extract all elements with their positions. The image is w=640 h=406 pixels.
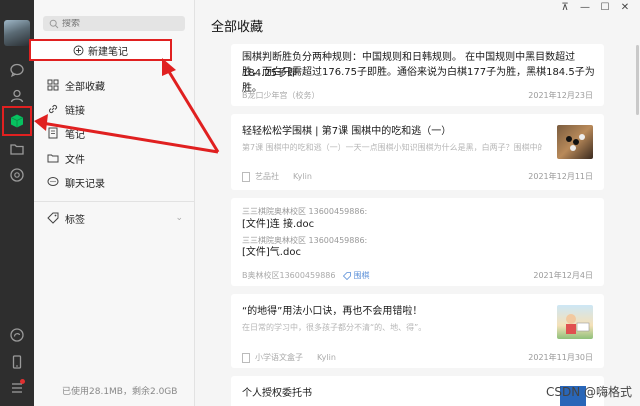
folder-icon[interactable] [9, 141, 25, 157]
tags-label: 标签 [65, 214, 85, 226]
avatar[interactable] [4, 20, 30, 46]
pin-button[interactable]: ⊼ [558, 2, 572, 14]
card-author: Kylin [317, 353, 336, 362]
tag-chip[interactable]: 围棋 [343, 270, 369, 281]
phone-icon[interactable] [9, 354, 25, 370]
search-box[interactable] [43, 16, 185, 31]
card-meta: 小学语文盒子 Kylin [242, 352, 336, 363]
card-source: B奥林校区13600459886 [242, 271, 336, 280]
card-title: “的地得”用法小口诀，再也不会用错啦！ [242, 306, 423, 317]
search-icon [49, 19, 59, 28]
link-icon [47, 103, 59, 115]
nav-item-notes[interactable]: 笔记 [47, 124, 85, 142]
card-source: 小学语文盒子 [255, 353, 303, 362]
tag-icon [47, 212, 59, 224]
chat-file: [文件]气.doc [242, 247, 301, 258]
card-title: 轻轻松松学围棋 | 第7课 围棋中的吃和逃（一） [242, 126, 452, 137]
card-author: Kylin [293, 172, 312, 181]
card-date: 2021年12月11日 [528, 172, 593, 181]
window-controls: ⊼ — ☐ ✕ [558, 2, 632, 14]
favorite-card[interactable]: 轻轻松松学围棋 | 第7课 围棋中的吃和逃（一） 第7课 围棋中的吃和逃（一）一… [231, 114, 604, 190]
note-icon [47, 127, 59, 139]
nav-label: 聊天记录 [65, 178, 105, 190]
document-icon [242, 352, 250, 363]
watermark: CSDN @嗨格式 [545, 385, 632, 399]
miniprogram-icon[interactable] [9, 327, 25, 343]
divider [34, 201, 194, 202]
nav-label: 链接 [65, 105, 85, 117]
nav-item-links[interactable]: 链接 [47, 100, 85, 118]
chat-sender: 三三棋院奥林校区 13600459886: [242, 207, 368, 216]
contacts-icon[interactable] [9, 88, 25, 104]
grid-icon [47, 79, 59, 91]
favorite-card[interactable]: 三三棋院奥林校区 13600459886: [文件]连 接.doc 三三棋院奥林… [231, 198, 604, 286]
nav-item-all[interactable]: 全部收藏 [47, 76, 105, 94]
new-note-button[interactable]: 新建笔记 [29, 39, 172, 61]
favorites-highlight-box [2, 106, 32, 136]
storage-usage: 已使用28.1MB，剩余2.0GB [62, 387, 178, 397]
favorite-card[interactable]: “的地得”用法小口诀，再也不会用错啦！ 在日常的学习中，很多孩子都分不清“的、地… [231, 294, 604, 368]
go-board-thumbnail [557, 125, 593, 159]
card-date: 2021年12月4日 [533, 271, 593, 280]
folder-icon [47, 152, 59, 164]
nav-label: 笔记 [65, 129, 85, 141]
favorites-main: 全部收藏 ⊼ — ☐ ✕ 围棋判断胜负分两种规则：中国规则和日韩规则。 在中国规… [195, 0, 640, 406]
nav-item-files[interactable]: 文件 [47, 149, 85, 167]
chat-bubble-icon [47, 176, 59, 188]
document-icon [242, 171, 250, 182]
chat-file: [文件]连 接.doc [242, 219, 315, 230]
cartoon-thumbnail [557, 305, 593, 339]
maximize-button[interactable]: ☐ [598, 2, 612, 14]
minimize-button[interactable]: — [578, 2, 592, 14]
favorite-card[interactable]: 围棋判断胜负分两种规则：中国规则和日韩规则。 在中国规则中黑目数超过184.25… [231, 44, 604, 106]
card-subtitle: 第7课 围棋中的吃和逃（一）一天一点围棋小知识围棋为什么是黑，白两子？围棋中的"… [242, 143, 542, 152]
card-date: 2021年11月30日 [528, 353, 593, 362]
chat-icon[interactable] [9, 62, 25, 78]
search-input[interactable] [62, 18, 172, 29]
nav-label: 文件 [65, 154, 85, 166]
card-source: 艺品社 [255, 172, 279, 181]
close-button[interactable]: ✕ [618, 2, 632, 14]
moments-icon[interactable] [9, 167, 25, 183]
card-meta: B奥林校区13600459886 围棋 [242, 270, 369, 281]
chevron-down-icon: ⌄ [175, 213, 183, 223]
tags-section[interactable]: 标签 ⌄ [47, 209, 183, 227]
tag-label: 围棋 [353, 271, 370, 280]
page-title: 全部收藏 [211, 20, 264, 35]
card-subtitle: 在日常的学习中，很多孩子都分不清“的、地、得”。 [242, 323, 427, 332]
card-source: B龙口少年宫（校务） [242, 91, 320, 100]
nav-item-chat-records[interactable]: 聊天记录 [47, 173, 105, 191]
card-date: 2021年12月23日 [528, 91, 593, 100]
scrollbar[interactable] [636, 45, 639, 115]
plus-circle-icon [73, 45, 84, 55]
nav-label: 全部收藏 [65, 81, 105, 93]
card-meta: 艺品社 Kylin [242, 171, 312, 182]
notification-dot [20, 379, 25, 384]
new-note-label: 新建笔记 [88, 46, 128, 58]
card-title: 个人授权委托书 [242, 388, 312, 399]
tag-icon [343, 271, 352, 280]
